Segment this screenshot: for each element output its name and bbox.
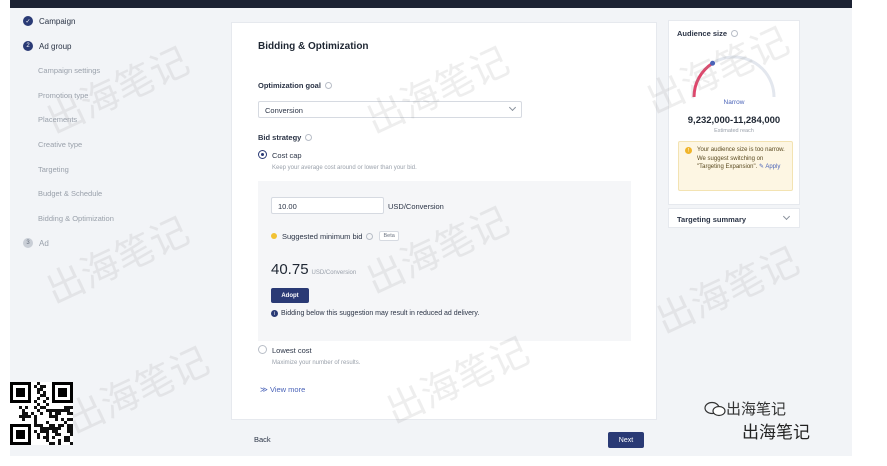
sidebar-step-label: Campaign: [39, 16, 76, 26]
estimated-reach-label: Estimated reach: [714, 128, 754, 134]
gauge-indicator: [710, 60, 716, 66]
info-icon[interactable]: [305, 134, 313, 141]
adopt-button[interactable]: Adopt: [271, 288, 309, 303]
chevron-down-icon: [508, 103, 517, 112]
sidebar-substep-creative-type[interactable]: Creative type: [38, 140, 82, 149]
bid-amount-input[interactable]: 10.00: [271, 197, 384, 214]
suggested-bid-label: Suggested minimum bid: [282, 231, 363, 241]
sidebar-step-ad[interactable]: 3 Ad: [23, 238, 49, 248]
brand-footer-text: 出海笔记: [742, 423, 810, 442]
suggested-bid-unit: USD/Conversion: [311, 270, 357, 276]
sidebar-step-label: Ad group: [39, 41, 72, 51]
sidebar-substep-bidding-optimization[interactable]: Bidding & Optimization: [38, 214, 114, 223]
gauge-fill: [692, 61, 714, 98]
targeting-summary-title: Targeting summary: [677, 215, 747, 224]
cost-cap-label: Cost cap: [272, 151, 302, 160]
info-filled-icon: i: [271, 310, 278, 317]
audience-warning-text: Your audience size is too narrow. We sug…: [697, 146, 791, 172]
audience-size-panel: Audience size Narrow 9,232,000-11,284,00…: [668, 20, 800, 205]
sidebar-substep-budget-schedule[interactable]: Budget & Schedule: [38, 189, 102, 198]
sidebar-substep-targeting[interactable]: Targeting: [38, 165, 69, 174]
optimization-goal-text: Optimization goal: [258, 81, 321, 90]
sidebar-step-ad-group[interactable]: 2 Ad group: [23, 41, 71, 51]
view-more-text: View more: [269, 385, 306, 394]
sidebar-step-label: Ad: [39, 238, 49, 248]
optimization-goal-select[interactable]: Conversion: [258, 101, 522, 118]
bid-strategy-text: Bid strategy: [258, 133, 302, 142]
suggested-bid-header: Suggested minimum bid Beta: [271, 231, 399, 241]
bidding-optimization-panel: Bidding & Optimization Optimization goal…: [231, 22, 657, 420]
app-window: ✓ Campaign 2 Ad group Campaign settings …: [10, 8, 852, 456]
lowest-cost-description: Maximize your number of results.: [272, 360, 361, 366]
lightbulb-icon: [271, 233, 277, 239]
gauge-track: [692, 55, 776, 98]
delivery-warning-note: i Bidding below this suggestion may resu…: [271, 310, 479, 317]
wechat-icon: [704, 401, 726, 416]
wechat-brand: 出海笔记: [704, 398, 786, 419]
sidebar-substep-campaign-settings[interactable]: Campaign settings: [38, 66, 100, 75]
apply-link[interactable]: ✎ Apply: [759, 164, 780, 170]
sidebar-substep-promotion-type[interactable]: Promotion type: [38, 91, 88, 100]
step-number-icon: 3: [23, 238, 33, 248]
audience-warning: ! Your audience size is too narrow. We s…: [678, 141, 793, 191]
suggested-bid-card: Suggested minimum bid Beta 40.75 USD/Conv…: [271, 229, 616, 329]
step-number-icon: 2: [23, 41, 33, 51]
chevron-double-down-icon: ≫: [260, 385, 268, 394]
beta-badge: Beta: [379, 231, 399, 241]
cost-cap-settings: 10.00 USD/Conversion Suggested minimum b…: [258, 181, 631, 341]
wechat-account-name: 出海笔记: [726, 401, 787, 418]
check-icon: ✓: [23, 16, 33, 26]
suggested-bid-amount: 40.75 USD/Conversion: [271, 261, 356, 278]
chevron-down-icon: [782, 212, 791, 221]
suggested-bid-value: 40.75: [271, 261, 309, 278]
info-icon[interactable]: [324, 82, 332, 89]
delivery-warning-text: Bidding below this suggestion may result…: [281, 310, 480, 317]
cost-cap-description: Keep your average cost around or lower t…: [272, 165, 417, 171]
lowest-cost-radio[interactable]: [258, 345, 267, 354]
targeting-summary-panel[interactable]: Targeting summary: [668, 208, 800, 228]
lowest-cost-label: Lowest cost: [272, 346, 312, 355]
warning-icon: !: [685, 147, 692, 154]
sidebar-step-campaign[interactable]: ✓ Campaign: [23, 16, 75, 26]
info-icon[interactable]: [366, 232, 374, 240]
view-more-link[interactable]: ≫ View more: [260, 385, 305, 394]
next-button[interactable]: Next: [608, 432, 644, 448]
audience-level: Narrow: [723, 99, 745, 106]
apply-text: Apply: [765, 164, 781, 170]
back-button[interactable]: Back: [254, 435, 271, 444]
panel-title: Bidding & Optimization: [258, 41, 369, 52]
audience-gauge: [692, 55, 776, 98]
qr-code-image: [10, 382, 73, 445]
audience-range: 9,232,000-11,284,000: [687, 115, 781, 126]
optimization-goal-label: Optimization goal: [258, 81, 332, 90]
cost-cap-radio[interactable]: [258, 150, 267, 159]
bid-strategy-label: Bid strategy: [258, 133, 313, 142]
sidebar-substep-placements[interactable]: Placements: [38, 115, 77, 124]
optimization-goal-value: Conversion: [265, 106, 303, 115]
top-bar: [10, 0, 852, 8]
bid-unit-label: USD/Conversion: [388, 202, 444, 211]
